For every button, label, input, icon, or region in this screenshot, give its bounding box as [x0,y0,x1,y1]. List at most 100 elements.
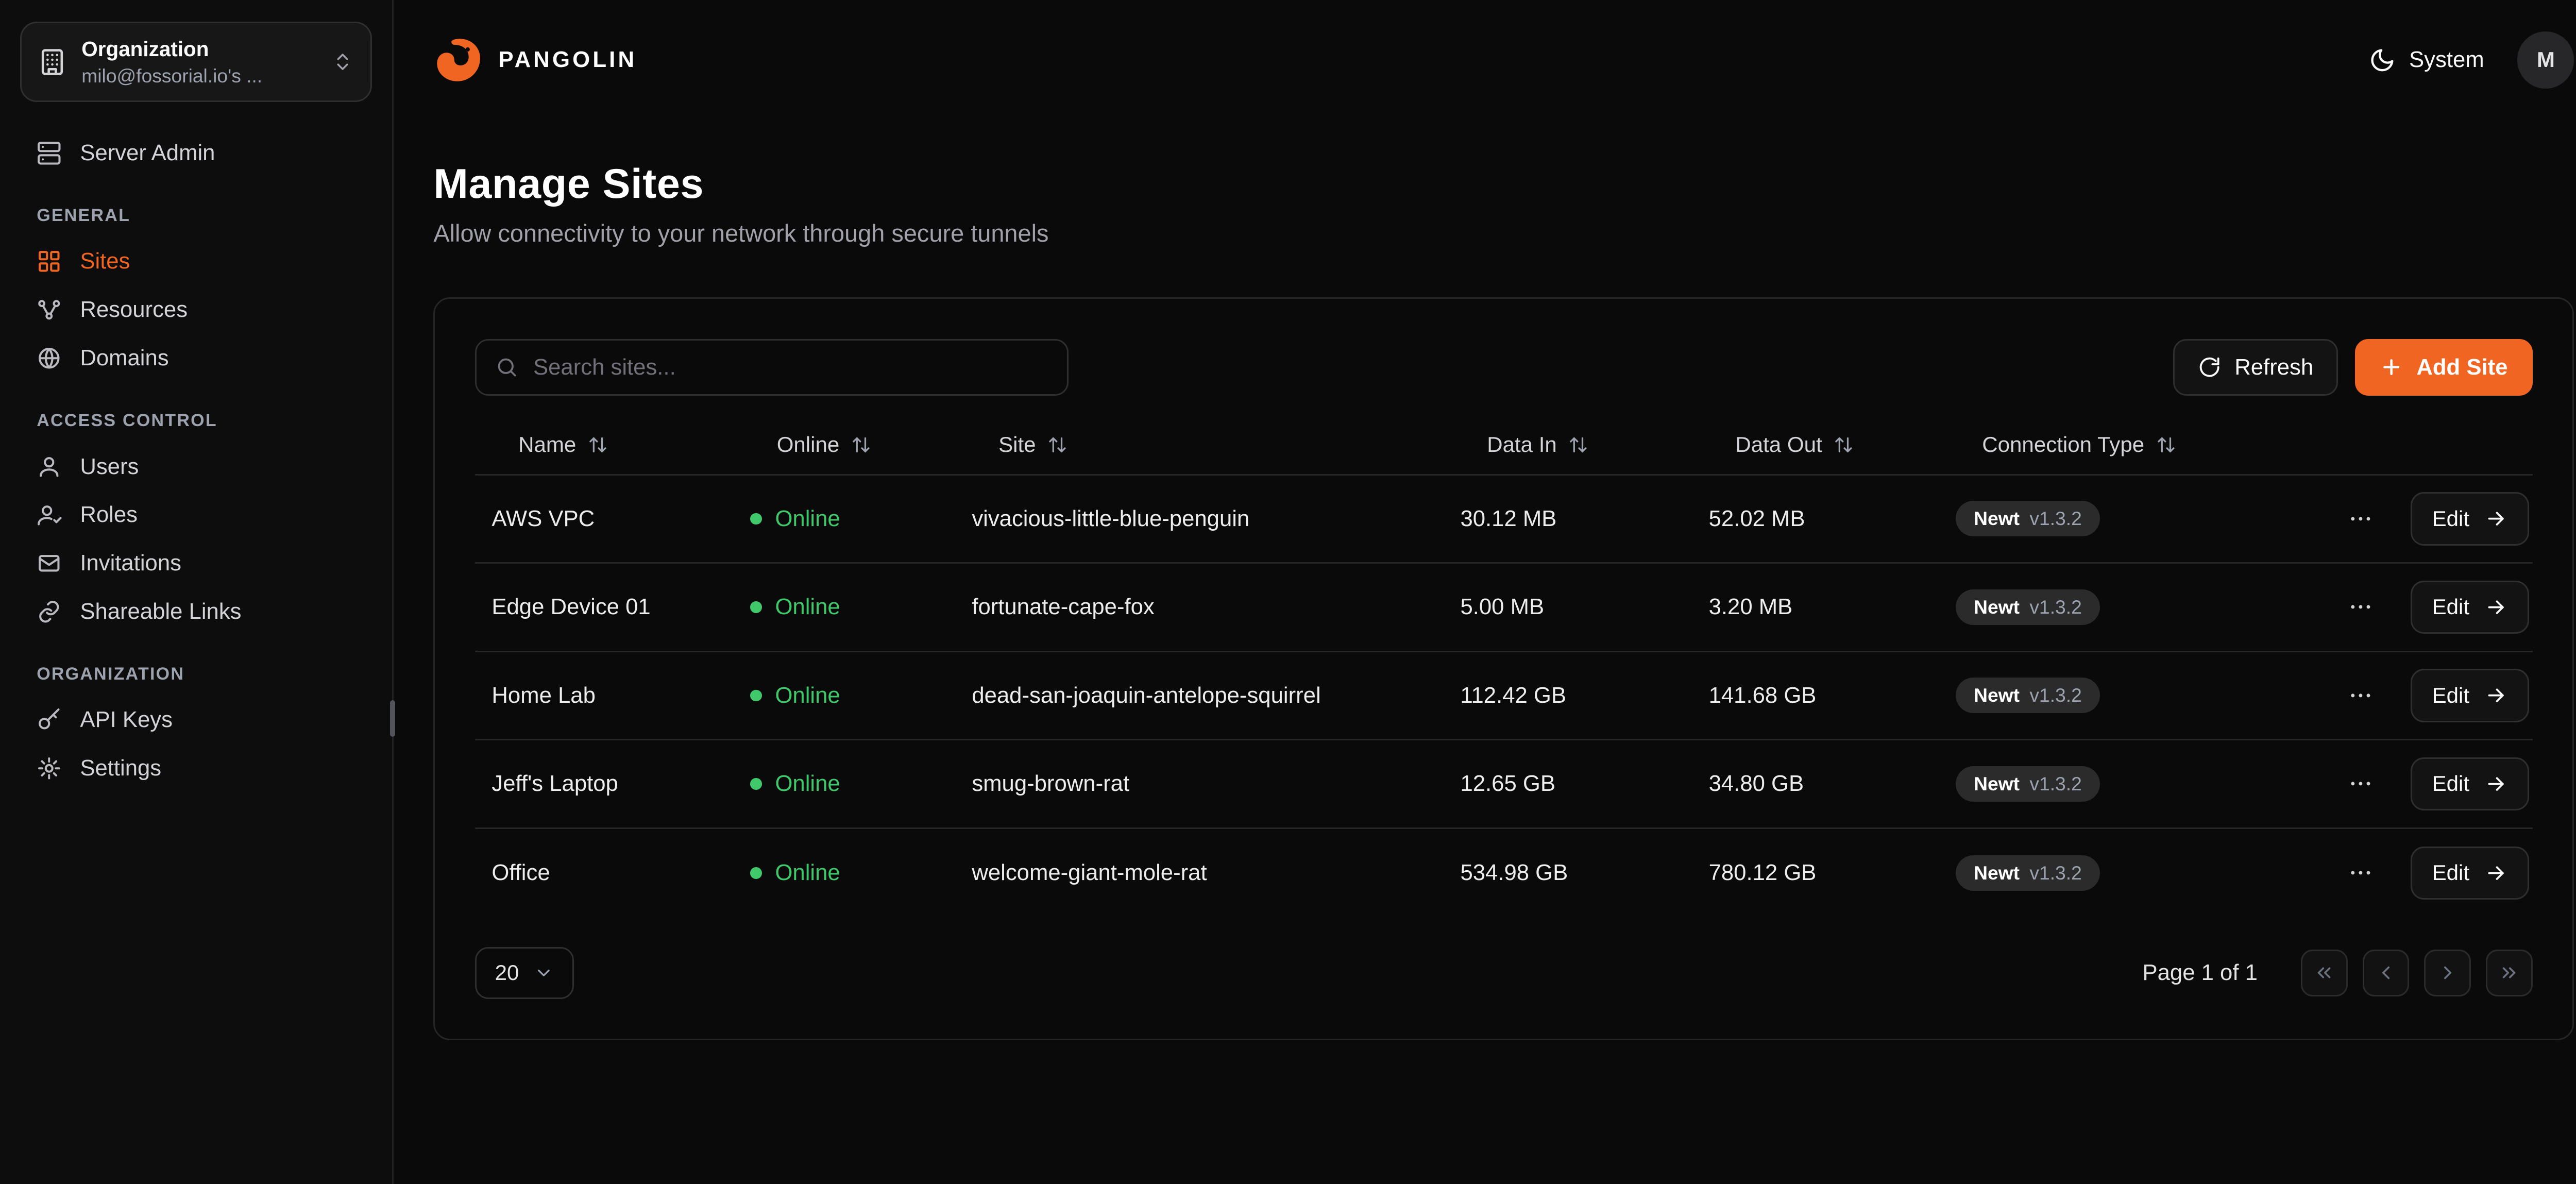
column-label: Data Out [1735,432,1822,457]
brand: PANGOLIN [433,35,637,85]
site-data-in: 534.98 GB [1444,860,1692,886]
row-menu-button[interactable] [2341,499,2381,539]
sidebar-item-label: Domains [80,347,168,369]
page-size-select[interactable]: 20 [475,947,574,999]
page-size-value: 20 [495,960,519,985]
row-menu-button[interactable] [2341,587,2381,628]
organization-title: Organization [81,35,317,63]
edit-label: Edit [2432,771,2469,796]
chevron-down-icon [534,963,554,983]
site-data-out: 141.68 GB [1692,683,1939,708]
column-header-online[interactable]: Online [734,432,955,473]
sidebar-item-roles[interactable]: Roles [20,490,372,539]
column-label: Name [518,432,576,457]
arrow-right-icon [2484,596,2507,619]
theme-toggle-button[interactable]: System [2369,47,2484,74]
status-label: Online [775,683,840,708]
column-header-data-out[interactable]: Data Out [1692,432,1939,473]
topbar-right: System M [2369,31,2574,88]
row-menu-button[interactable] [2341,764,2381,804]
row-actions: Edit [2339,757,2533,811]
gear-icon [37,756,62,781]
server-icon [37,141,62,166]
site-tunnel-name: vivacious-little-blue-penguin [955,506,1444,532]
sort-icon [1834,435,1854,455]
edit-button[interactable]: Edit [2411,757,2530,811]
sidebar-item-settings[interactable]: Settings [20,744,372,792]
previous-page-button[interactable] [2363,950,2410,996]
refresh-button[interactable]: Refresh [2173,339,2338,396]
edit-button[interactable]: Edit [2411,581,2530,634]
last-page-button[interactable] [2486,950,2533,996]
sites-toolbar: Refresh Add Site [475,339,2533,396]
row-menu-button[interactable] [2341,675,2381,716]
column-label: Site [998,432,1036,457]
edit-button[interactable]: Edit [2411,492,2530,546]
sidebar-item-resources[interactable]: Resources [20,285,372,334]
organization-selector[interactable]: Organization milo@fossorial.io's ... [20,22,372,102]
section-label-access-control: ACCESS CONTROL [37,411,355,431]
site-status: Online [734,771,955,797]
user-badge-icon [37,502,62,528]
ellipsis-icon [2347,594,2374,620]
sidebar-item-invitations[interactable]: Invitations [20,539,372,587]
online-dot-icon [750,690,762,702]
connection-type-name: Newt [1974,684,2020,706]
sidebar-item-api-keys[interactable]: API Keys [20,696,372,744]
status-label: Online [775,860,840,886]
table-row: Office Online welcome-giant-mole-rat 534… [475,829,2533,918]
arrow-right-icon [2484,772,2507,796]
chevrons-right-icon [2498,962,2520,984]
add-site-label: Add Site [2416,356,2507,379]
edit-label: Edit [2432,683,2469,708]
ellipsis-icon [2347,505,2374,532]
add-site-button[interactable]: Add Site [2355,339,2533,396]
online-dot-icon [750,513,762,525]
site-connection-type: Newt v1.3.2 [1939,766,2339,802]
edit-button[interactable]: Edit [2411,847,2530,900]
connection-type-version: v1.3.2 [2029,862,2081,884]
column-header-name[interactable]: Name [475,432,734,473]
sidebar-item-server-admin[interactable]: Server Admin [20,129,372,177]
site-status: Online [734,860,955,886]
column-header-data-in[interactable]: Data In [1444,432,1692,473]
edit-label: Edit [2432,506,2469,531]
avatar[interactable]: M [2517,31,2574,88]
sidebar-item-users[interactable]: Users [20,442,372,490]
sidebar-item-label: Server Admin [80,142,215,164]
column-header-connection-type[interactable]: Connection Type [1939,432,2339,473]
connection-type-version: v1.3.2 [2029,508,2081,530]
table-footer: 20 Page 1 of 1 [475,947,2533,999]
globe-icon [37,346,62,371]
connection-type-badge: Newt v1.3.2 [1956,855,2100,891]
next-page-button[interactable] [2424,950,2471,996]
first-page-button[interactable] [2301,950,2348,996]
site-connection-type: Newt v1.3.2 [1939,501,2339,536]
status-label: Online [775,594,840,620]
sort-icon [851,435,871,455]
table-header: Name Online Site Data In Data Out [475,432,2533,475]
page-subtitle: Allow connectivity to your network throu… [433,219,2574,247]
sidebar-item-domains[interactable]: Domains [20,334,372,382]
sidebar-item-label: Invitations [80,552,181,574]
site-connection-type: Newt v1.3.2 [1939,589,2339,625]
sidebar-item-sites[interactable]: Sites [20,237,372,285]
topbar: PANGOLIN System M [394,0,2576,120]
arrow-right-icon [2484,861,2507,885]
table-row: AWS VPC Online vivacious-little-blue-pen… [475,476,2533,564]
edit-button[interactable]: Edit [2411,669,2530,722]
site-data-out: 3.20 MB [1692,594,1939,620]
toolbar-actions: Refresh Add Site [2173,339,2533,396]
sidebar-resize-handle[interactable] [390,700,395,737]
section-label-general: GENERAL [37,206,355,226]
arrow-right-icon [2484,507,2507,530]
connection-type-name: Newt [1974,508,2020,530]
column-header-site[interactable]: Site [955,432,1444,473]
sidebar-item-shareable-links[interactable]: Shareable Links [20,587,372,636]
search-input[interactable] [533,354,1048,380]
sidebar-item-label: Sites [80,250,130,273]
search-box [475,339,1069,396]
row-menu-button[interactable] [2341,853,2381,893]
refresh-icon [2198,356,2221,379]
table-body: AWS VPC Online vivacious-little-blue-pen… [475,476,2533,918]
